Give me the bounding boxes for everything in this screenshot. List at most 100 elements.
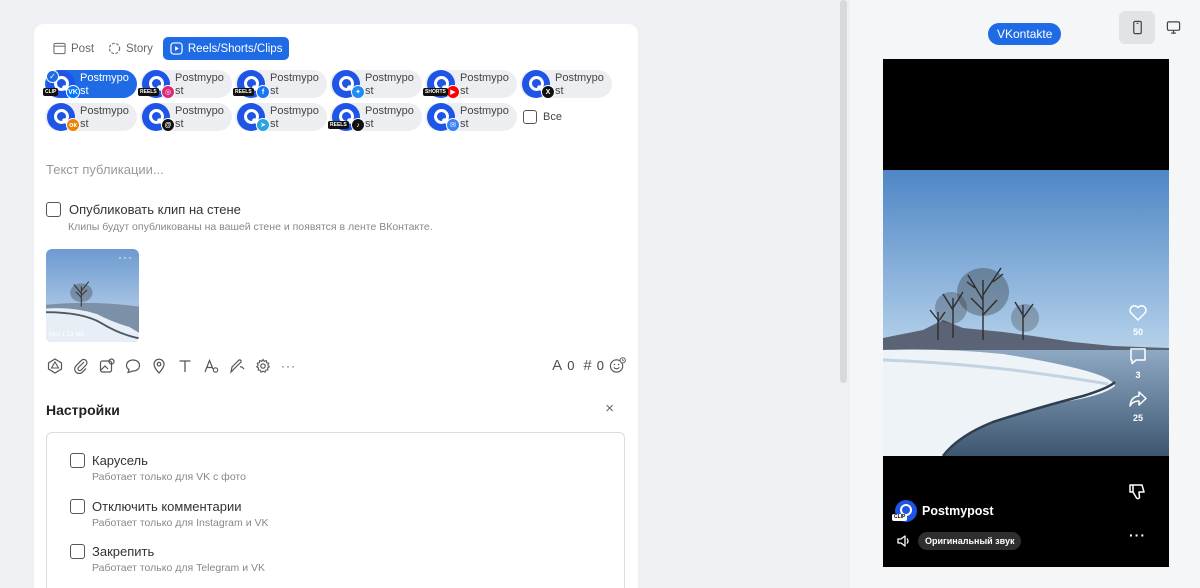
option-disable-comments-toggle[interactable]: Отключить комментарии: [70, 499, 268, 514]
youtube-icon: ▶: [446, 85, 460, 99]
account-chip-telegram[interactable]: Postmypost ➤: [235, 103, 327, 132]
tab-post[interactable]: Post: [49, 37, 98, 60]
account-kind-badge: REELS: [328, 121, 349, 129]
share-button[interactable]: 25: [1128, 389, 1148, 423]
publish-on-wall-label: Опубликовать клип на стене: [69, 202, 241, 217]
post-editor: Post Story Reels/Shorts/Clips Postmypost…: [34, 24, 638, 588]
account-chip-vk-messenger[interactable]: Postmypost ✉: [425, 103, 517, 132]
account-name: Postmypost: [270, 105, 319, 130]
editor-scrollbar[interactable]: [840, 0, 847, 383]
text-style-icon[interactable]: [202, 357, 219, 374]
account-selector: Postmypost VK CLIP ✓ Postmypost ◎ REELS Postmyp…: [43, 70, 635, 132]
account-name: Postmypost: [270, 72, 319, 97]
location-icon[interactable]: [150, 357, 167, 374]
tab-story[interactable]: Story: [104, 37, 157, 60]
media-meta: Mov 1.13 Mb: [49, 332, 84, 338]
odnoklassniki-icon: ок: [66, 118, 80, 132]
preview-sound: Оригинальный звук: [896, 532, 1022, 550]
option-pin-checkbox[interactable]: [70, 544, 85, 559]
option-carousel-toggle[interactable]: Карусель: [70, 453, 246, 468]
option-carousel-label: Карусель: [92, 453, 148, 468]
account-chip-threads[interactable]: Postmypost @: [140, 103, 232, 132]
account-chip-instagram[interactable]: Postmypost ◎ REELS: [138, 70, 232, 99]
comment-count: 3: [1135, 370, 1141, 380]
monitor-icon: [1166, 21, 1180, 34]
account-chip-youtube[interactable]: Postmypost ▶ SHORTS: [423, 70, 517, 99]
settings-title: Настройки: [46, 402, 120, 418]
option-disable-comments-label: Отключить комментарии: [92, 499, 242, 514]
phone-preview: 50 3 25 CLIP Postmypost Оригинальный зву…: [883, 59, 1169, 567]
option-disable-comments: Отключить комментарии Работает только дл…: [70, 499, 268, 529]
share-count: 25: [1132, 413, 1143, 423]
facebook-icon: f: [256, 85, 270, 99]
publish-on-wall-option[interactable]: Опубликовать клип на стене: [46, 202, 241, 217]
instagram-icon: ◎: [161, 85, 175, 99]
account-name: Postmypost: [175, 105, 224, 130]
option-disable-comments-checkbox[interactable]: [70, 499, 85, 514]
option-pin: Закрепить Работает только для Telegram и…: [70, 544, 265, 574]
text-icon[interactable]: [176, 357, 193, 374]
option-carousel-checkbox[interactable]: [70, 453, 85, 468]
tab-post-label: Post: [71, 42, 95, 55]
comment-icon[interactable]: [124, 357, 141, 374]
account-chip-odnoklassniki[interactable]: Postmypost ок: [45, 103, 137, 132]
x-icon: X: [541, 85, 555, 99]
account-name: Postmypost: [555, 72, 604, 97]
hashtag-count: 0: [596, 358, 604, 373]
selected-check-icon: ✓: [46, 70, 59, 83]
more-options-icon[interactable]: ···: [1129, 527, 1146, 543]
story-icon: [108, 42, 121, 55]
option-pin-toggle[interactable]: Закрепить: [70, 544, 265, 559]
tab-reels-label: Reels/Shorts/Clips: [187, 42, 283, 55]
media-thumbnail[interactable]: ··· Mov 1.13 Mb: [46, 249, 139, 342]
channel-name: Postmypost: [922, 504, 994, 518]
account-chip-tiktok[interactable]: Postmypost ♪ REELS: [328, 103, 422, 132]
threads-icon: @: [161, 118, 175, 132]
select-all[interactable]: Все: [520, 103, 562, 131]
account-name: Postmypost: [80, 72, 129, 97]
post-icon: [53, 42, 66, 55]
heart-icon: [1129, 305, 1147, 322]
emoji-icon[interactable]: [609, 357, 626, 374]
account-kind-badge: REELS: [138, 88, 159, 96]
dislike-icon[interactable]: [1127, 482, 1147, 502]
gear-icon[interactable]: [254, 357, 271, 374]
attach-icon[interactable]: [72, 357, 89, 374]
media-menu-icon[interactable]: ···: [118, 250, 133, 264]
like-button[interactable]: 50: [1128, 303, 1148, 337]
post-text-input[interactable]: [46, 159, 616, 179]
account-chip-x[interactable]: Postmypost X: [520, 70, 612, 99]
publish-on-wall-checkbox[interactable]: [46, 202, 61, 217]
account-name: Postmypost: [365, 72, 414, 97]
account-name: Postmypost: [460, 105, 509, 130]
tab-reels[interactable]: Reels/Shorts/Clips: [162, 37, 290, 60]
option-carousel-hint: Работает только для VK с фото: [92, 471, 246, 483]
ai-icon[interactable]: [46, 357, 63, 374]
account-kind-badge: SHORTS: [423, 88, 448, 96]
preview-view-toggle: [1119, 11, 1191, 44]
mobile-view-button[interactable]: [1119, 11, 1155, 44]
account-kind-badge: CLIP: [43, 88, 59, 96]
original-sound-label[interactable]: Оригинальный звук: [918, 532, 1022, 550]
share-icon: [1129, 391, 1147, 407]
account-chip-bluesky[interactable]: Postmypost ✦: [330, 70, 422, 99]
close-icon[interactable]: ×: [605, 400, 614, 417]
select-all-checkbox[interactable]: [523, 110, 537, 124]
more-tools-icon[interactable]: ···: [280, 357, 297, 374]
desktop-view-button[interactable]: [1155, 11, 1191, 44]
publish-on-wall-hint: Клипы будут опубликованы на вашей стене …: [68, 221, 433, 233]
select-all-label: Все: [543, 111, 562, 123]
account-name: Postmypost: [80, 105, 129, 130]
preview-channel: CLIP Postmypost: [892, 500, 994, 522]
account-chip-facebook[interactable]: Postmypost f REELS: [233, 70, 327, 99]
tab-story-label: Story: [126, 42, 153, 55]
account-chip-vk[interactable]: Postmypost VK CLIP ✓: [43, 70, 137, 99]
speaker-icon[interactable]: [896, 533, 912, 549]
preview-network-badge[interactable]: VKontakte: [988, 23, 1062, 45]
comments-button[interactable]: 3: [1128, 346, 1148, 380]
vk-messenger-icon: ✉: [446, 118, 460, 132]
option-pin-label: Закрепить: [92, 544, 155, 559]
signature-icon[interactable]: [228, 357, 245, 374]
account-name: Postmypost: [365, 105, 414, 130]
image-editor-icon[interactable]: [98, 357, 115, 374]
